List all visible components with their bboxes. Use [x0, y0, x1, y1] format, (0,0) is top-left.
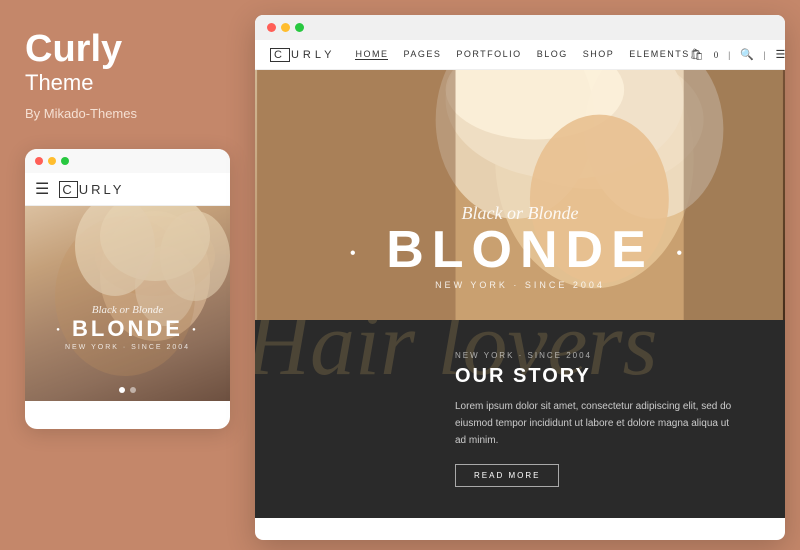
- mobile-hero-text: Black or Blonde ● BLONDE ● NEW YORK · SI…: [25, 304, 230, 351]
- mobile-dot-green: [61, 157, 69, 165]
- left-panel: Curly Theme By Mikado-Themes ☰ CURLY: [0, 0, 245, 550]
- story-body: Lorem ipsum dolor sit amet, consectetur …: [455, 398, 735, 449]
- nav-home[interactable]: HOME: [355, 49, 388, 60]
- cart-icon[interactable]: 🛍: [690, 48, 704, 61]
- nav-pages[interactable]: PAGES: [403, 49, 441, 60]
- mobile-pagination: [25, 387, 230, 393]
- read-more-button[interactable]: READ MORE: [455, 464, 559, 487]
- menu-icon[interactable]: ☰: [776, 48, 785, 61]
- desktop-nav-links: HOME PAGES PORTFOLIO BLOG SHOP ELEMENTS: [355, 49, 689, 60]
- mobile-dot-red: [35, 157, 43, 165]
- nav-divider-2: |: [764, 50, 766, 60]
- mobile-hero-title: ● BLONDE ●: [25, 316, 230, 342]
- desktop-dot-green[interactable]: [295, 23, 304, 32]
- mobile-mockup: ☰ CURLY Black or Blonde ●: [25, 149, 230, 429]
- nav-shop[interactable]: SHOP: [583, 49, 615, 60]
- mobile-dot-yellow: [48, 157, 56, 165]
- mobile-hero: Black or Blonde ● BLONDE ● NEW YORK · SI…: [25, 206, 230, 401]
- logo-bracket: C: [59, 181, 77, 198]
- mobile-hero-italic: Black or Blonde: [25, 304, 230, 316]
- desktop-hero: Black or Blonde ● BLONDE ● NEW YORK · SI…: [255, 70, 785, 320]
- desktop-hero-content: Black or Blonde ● BLONDE ● NEW YORK · SI…: [255, 203, 785, 290]
- nav-blog[interactable]: BLOG: [537, 49, 568, 60]
- story-content: NEW YORK · SINCE 2004 OUR STORY Lorem ip…: [255, 331, 765, 507]
- cart-count: 0: [714, 50, 719, 60]
- desktop-nav: CURLY HOME PAGES PORTFOLIO BLOG SHOP ELE…: [255, 40, 785, 70]
- story-since: NEW YORK · SINCE 2004: [455, 351, 735, 360]
- mobile-logo: CURLY: [59, 182, 124, 197]
- deco-left: ●: [350, 247, 364, 258]
- desktop-hero-title: ● BLONDE ●: [255, 224, 785, 276]
- desktop-hero-since: NEW YORK · SINCE 2004: [255, 280, 785, 290]
- mobile-hero-since: NEW YORK · SINCE 2004: [25, 344, 230, 351]
- deco-right: ●: [676, 247, 690, 258]
- mobile-traffic-lights: [25, 149, 230, 173]
- search-icon[interactable]: 🔍: [740, 48, 754, 61]
- desktop-story: Hair lovers NEW YORK · SINCE 2004 OUR ST…: [255, 320, 785, 518]
- desktop-traffic-lights: [255, 15, 785, 40]
- nav-elements[interactable]: ELEMENTS: [629, 49, 690, 60]
- pagination-dot-1[interactable]: [119, 387, 125, 393]
- desktop-mockup: CURLY HOME PAGES PORTFOLIO BLOG SHOP ELE…: [255, 15, 785, 540]
- theme-subtitle: Theme: [25, 70, 220, 96]
- story-title: OUR STORY: [455, 365, 735, 388]
- hamburger-icon[interactable]: ☰: [35, 179, 49, 199]
- desktop-nav-icons: 🛍 0 | 🔍 | ☰: [690, 48, 785, 61]
- desktop-dot-red[interactable]: [267, 23, 276, 32]
- mobile-nav: ☰ CURLY: [25, 173, 230, 206]
- desktop-logo: CURLY: [270, 49, 335, 61]
- logo-bracket-desktop: C: [270, 48, 290, 62]
- theme-author: By Mikado-Themes: [25, 106, 220, 121]
- pagination-dot-2[interactable]: [130, 387, 136, 393]
- theme-title: Curly: [25, 30, 220, 68]
- desktop-dot-yellow[interactable]: [281, 23, 290, 32]
- nav-portfolio[interactable]: PORTFOLIO: [456, 49, 521, 60]
- nav-divider: |: [728, 50, 730, 60]
